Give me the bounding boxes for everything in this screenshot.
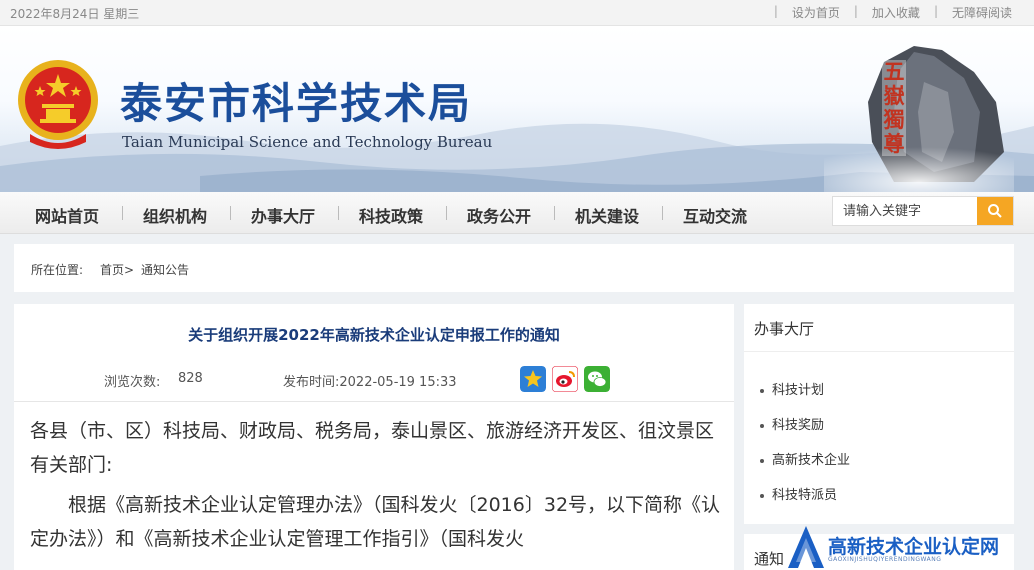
article-paragraph: 各县（市、区）科技局、财政局、税务局，泰山景区、旅游经济开发区、徂汶景区有关部门… — [30, 420, 715, 476]
nav-government-affairs[interactable]: 政务公开 — [467, 203, 531, 227]
search-icon — [988, 204, 1002, 218]
sidebar-item-label: 科技计划 — [772, 383, 825, 398]
top-links: | 设为首页 | 加入收藏 | 无障碍阅读 — [760, 4, 1012, 21]
breadcrumb-label: 所在位置: — [31, 263, 84, 277]
breadcrumb: 所在位置: 首页> 通知公告 — [14, 244, 1014, 292]
search-box — [832, 196, 1014, 226]
nav-service-hall[interactable]: 办事大厅 — [251, 203, 315, 227]
current-date: 2022年8月24日 星期三 — [10, 7, 140, 21]
divider — [14, 401, 734, 402]
views-count: 828 — [178, 371, 203, 386]
national-emblem-icon — [18, 60, 98, 149]
accessibility-link[interactable]: 无障碍阅读 — [952, 4, 1012, 21]
article-paragraph: 根据《高新技术企业认定管理办法》（国科发火〔2016〕32号，以下简称《认定办法… — [30, 494, 721, 550]
site-title: 泰安市科学技术局 — [120, 79, 473, 128]
nav-separator — [554, 206, 555, 220]
nav-separator — [122, 206, 123, 220]
breadcrumb-current[interactable]: 通知公告 — [141, 261, 189, 278]
nav-tech-policy[interactable]: 科技政策 — [359, 203, 423, 227]
sidebar-item-tech-plan[interactable]: 科技计划 — [760, 379, 824, 398]
bullet-icon — [760, 423, 764, 428]
sidebar-item-label: 高新技术企业 — [772, 453, 851, 468]
bullet-icon — [760, 388, 764, 393]
sidebar-header: 办事大厅 — [744, 304, 1014, 352]
add-favorite-link[interactable]: 加入收藏 — [872, 4, 920, 21]
wechat-share-icon[interactable] — [584, 366, 610, 392]
sidebar-item-high-tech-enterprise[interactable]: 高新技术企业 — [760, 449, 850, 468]
watermark-subtext: GAOXINJISHUQIYERENDINGWANG — [828, 556, 942, 563]
nav-separator — [230, 206, 231, 220]
sidebar-title: 办事大厅 — [754, 320, 815, 338]
nav-organization[interactable]: 组织机构 — [143, 203, 207, 227]
separator: | — [933, 4, 938, 18]
nav-interaction[interactable]: 互动交流 — [683, 203, 747, 227]
breadcrumb-home-link[interactable]: 首页> — [100, 261, 134, 278]
taishan-rock-image — [824, 46, 1014, 192]
publish-time: 发布时间:2022-05-19 15:33 — [283, 375, 457, 390]
search-input[interactable] — [833, 197, 977, 225]
article-panel: 关于组织开展2022年高新技术企业认定申报工作的通知 浏览次数: 828 发布时… — [14, 304, 734, 570]
watermark-text: 高新技术企业认定网 — [828, 536, 1000, 558]
sidebar-item-label: 科技奖励 — [772, 418, 825, 433]
sidebar-item-label: 科技特派员 — [772, 488, 838, 503]
bullet-icon — [760, 458, 764, 463]
bullet-icon — [760, 493, 764, 498]
search-button[interactable] — [977, 197, 1013, 225]
watermark-logo-icon — [788, 526, 824, 568]
set-homepage-link[interactable]: 设为首页 — [792, 4, 840, 21]
site-subtitle: Taian Municipal Science and Technology B… — [122, 133, 493, 151]
sidebar-service-hall: 办事大厅 科技计划 科技奖励 高新技术企业 科技特派员 — [744, 304, 1014, 524]
sidebar-notices-title: 通知 — [754, 550, 785, 568]
nav-home[interactable]: 网站首页 — [35, 203, 99, 227]
separator: | — [853, 4, 858, 18]
qzone-share-icon[interactable] — [520, 366, 546, 392]
article-body: 各县（市、区）科技局、财政局、税务局，泰山景区、旅游经济开发区、徂汶景区有关部门… — [30, 414, 724, 556]
nav-separator — [446, 206, 447, 220]
nav-separator — [662, 206, 663, 220]
nav-agency-building[interactable]: 机关建设 — [575, 203, 639, 227]
nav-separator — [338, 206, 339, 220]
rock-inscription: 五嶽獨尊 — [882, 59, 906, 156]
header-banner: 泰安市科学技术局 Taian Municipal Science and Tec… — [0, 26, 1034, 192]
sidebar-item-tech-award[interactable]: 科技奖励 — [760, 414, 824, 433]
sidebar-item-tech-commissioner[interactable]: 科技特派员 — [760, 484, 837, 503]
watermark: 高新技术企业认定网 GAOXINJISHUQIYERENDINGWANG — [786, 522, 1034, 570]
separator: | — [773, 4, 778, 18]
weibo-share-icon[interactable] — [552, 366, 578, 392]
top-bar: 2022年8月24日 星期三 | 设为首页 | 加入收藏 | 无障碍阅读 — [0, 0, 1034, 26]
views-label: 浏览次数: — [104, 375, 161, 390]
article-title: 关于组织开展2022年高新技术企业认定申报工作的通知 — [188, 326, 560, 344]
